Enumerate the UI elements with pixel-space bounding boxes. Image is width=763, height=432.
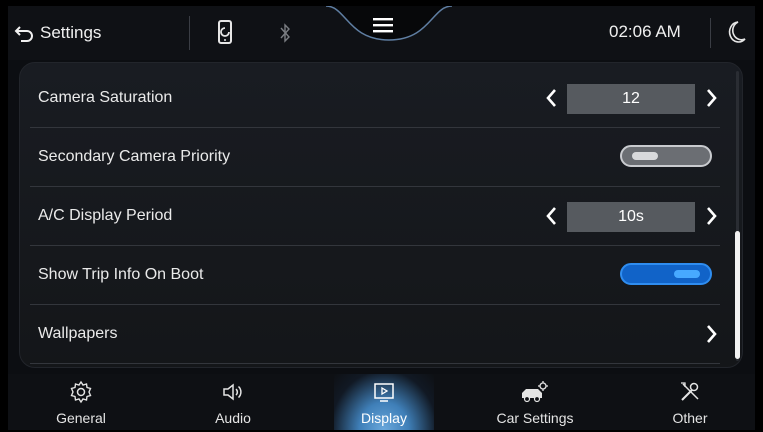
back-arrow-icon <box>14 26 33 42</box>
secondary-camera-priority-toggle[interactable] <box>620 145 712 167</box>
tab-label: General <box>56 410 106 426</box>
divider <box>710 18 711 48</box>
chevron-right-icon[interactable] <box>705 205 719 227</box>
tab-car-settings[interactable]: Car Settings <box>485 374 585 430</box>
head-unit-screen: Settings 02:06 AM Camera Saturation 12 S… <box>8 6 755 430</box>
setting-row-wallpapers[interactable]: Wallpapers <box>30 305 720 364</box>
tab-display[interactable]: Display <box>334 374 434 430</box>
settings-list: Camera Saturation 12 Secondary Camera Pr… <box>19 62 743 368</box>
settings-title: Settings <box>40 23 102 42</box>
menu-button[interactable] <box>371 14 395 36</box>
setting-row-ac-display-period[interactable]: A/C Display Period 10s <box>30 187 720 246</box>
gear-icon <box>70 380 92 404</box>
setting-value: 10s <box>567 202 695 232</box>
speaker-icon <box>223 383 242 401</box>
tab-label: Audio <box>215 410 251 426</box>
toggle-knob <box>632 152 658 160</box>
divider <box>189 16 190 50</box>
chevron-left-icon[interactable] <box>544 87 558 109</box>
setting-row-show-trip-info[interactable]: Show Trip Info On Boot <box>30 246 720 305</box>
setting-label: Camera Saturation <box>38 89 173 106</box>
setting-label: Show Trip Info On Boot <box>38 266 204 283</box>
night-mode-icon[interactable] <box>725 20 747 44</box>
tab-label: Car Settings <box>496 410 574 426</box>
setting-label: Wallpapers <box>38 325 118 342</box>
toggle-knob <box>674 270 700 278</box>
chevron-right-icon[interactable] <box>705 323 719 345</box>
tab-label: Other <box>672 410 708 426</box>
bluetooth-icon <box>280 23 290 43</box>
tab-label: Display <box>361 410 407 426</box>
setting-label: Secondary Camera Priority <box>38 148 231 165</box>
menu-icon <box>373 18 393 33</box>
clock: 02:06 AM <box>609 22 681 41</box>
scrollbar-thumb[interactable] <box>735 231 740 359</box>
phone-link-icon <box>218 20 232 44</box>
car-settings-icon <box>522 381 548 403</box>
top-bar: Settings 02:06 AM <box>8 6 755 60</box>
chevron-left-icon[interactable] <box>544 205 558 227</box>
tools-icon <box>681 382 699 401</box>
setting-row-secondary-camera-priority[interactable]: Secondary Camera Priority <box>30 128 720 187</box>
back-button[interactable]: Settings <box>14 20 101 46</box>
setting-value: 12 <box>567 84 695 114</box>
show-trip-info-toggle[interactable] <box>620 263 712 285</box>
tab-audio[interactable]: Audio <box>183 374 283 430</box>
tab-other[interactable]: Other <box>640 374 740 430</box>
tab-general[interactable]: General <box>31 374 131 430</box>
chevron-right-icon[interactable] <box>705 87 719 109</box>
bottom-nav: General Audio Display Car Settings Other <box>8 374 755 430</box>
setting-row-camera-saturation[interactable]: Camera Saturation 12 <box>30 69 720 128</box>
display-icon <box>374 383 394 402</box>
setting-label: A/C Display Period <box>38 207 173 224</box>
